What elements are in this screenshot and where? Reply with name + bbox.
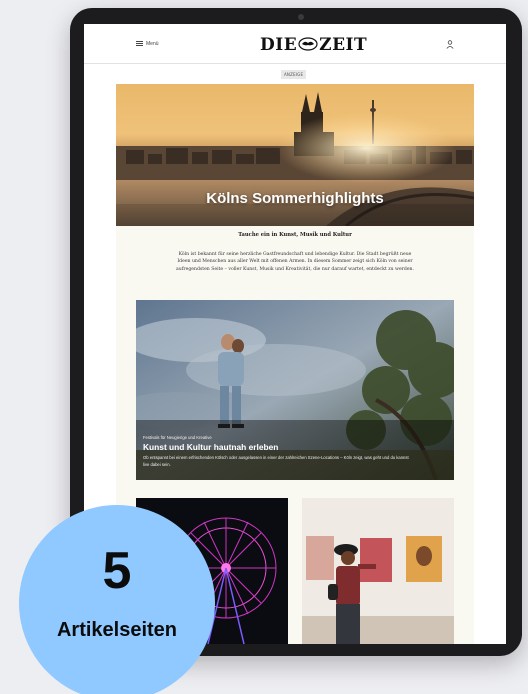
gallery-visitor-image [302,498,454,644]
logo-text-left: DIE [260,35,298,55]
site-header: Menü DIE ZEIT [84,24,506,64]
site-logo[interactable]: DIE ZEIT [260,35,367,55]
hero-image: Kölns Sommerhighlights [116,84,474,226]
hamburger-icon [136,41,143,47]
feature-kicker: Festivals für Neugierige und Kreative [143,435,212,440]
article-subtitle: Tauche ein in Kunst, Musik und Kultur [238,232,352,238]
badge-number: 5 [102,542,132,600]
article-intro: Köln ist bekannt für seine herzliche Gas… [176,252,414,272]
article-count-badge: 5 Artikelseiten [19,505,215,694]
hero-title: Kölns Sommerhighlights [206,190,384,207]
couple-photo [136,300,454,480]
badge-label: Artikelseiten [56,619,178,641]
user-icon[interactable] [446,40,454,49]
artwork-left [306,536,334,580]
feature-text: Ob entspannt bei einem erfrischenden Köl… [143,455,409,467]
artwork-center [360,538,392,582]
feature-title: Kunst und Kultur hautnah erleben [143,442,279,452]
ad-label: ANZEIGE [281,70,307,79]
menu-label: Menü [146,41,159,47]
gallery-card[interactable] [302,498,454,644]
camera-dot [298,14,304,20]
logo-text-right: ZEIT [319,35,368,55]
feature-teaser[interactable]: Festivals für Neugierige und Kreative Ku… [136,300,454,480]
menu-button[interactable]: Menü [136,41,159,47]
eagle-seal-icon [298,37,318,51]
